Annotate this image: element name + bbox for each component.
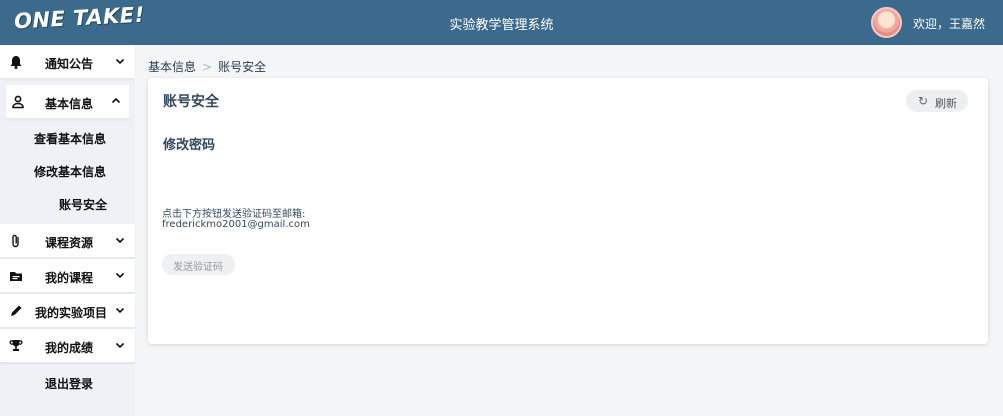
breadcrumb-current: 账号安全 <box>218 60 267 74</box>
sidebar: 通知公告 基本信息 查看基本信息 修改基本信息 账号安全 课程资源 我的课程 我… <box>0 45 135 416</box>
breadcrumb-parent[interactable]: 基本信息 <box>148 60 196 74</box>
sidebar-subitem-view-info[interactable]: 查看基本信息 <box>0 120 135 153</box>
sidebar-item-label: 我的实验项目 <box>35 306 108 320</box>
sidebar-item-notices[interactable]: 通知公告 <box>0 45 135 79</box>
user-icon <box>12 95 24 109</box>
sidebar-item-basic-info[interactable]: 基本信息 <box>6 85 129 119</box>
chevron-up-icon <box>111 97 121 104</box>
bell-icon <box>10 56 22 69</box>
folder-icon <box>10 272 22 281</box>
sidebar-logout[interactable]: 退出登录 <box>0 365 135 398</box>
sidebar-subitem-account-security[interactable]: 账号安全 <box>0 186 135 219</box>
sidebar-item-my-courses[interactable]: 我的课程 <box>0 259 135 293</box>
chevron-down-icon <box>115 342 125 349</box>
account-security-card: 账号安全 ↻ 刷新 修改密码 点击下方按钮发送验证码至邮箱: frederick… <box>148 78 988 344</box>
sidebar-item-course-resources[interactable]: 课程资源 <box>0 224 135 258</box>
chevron-down-icon <box>115 58 125 65</box>
chevron-down-icon <box>115 272 125 279</box>
breadcrumb: 基本信息 > 账号安全 <box>148 58 266 75</box>
email-text: frederickmo2001@gmail.com <box>162 219 310 230</box>
chevron-down-icon <box>115 307 125 314</box>
sidebar-item-label: 我的课程 <box>45 271 94 285</box>
send-code-button[interactable]: 发送验证码 <box>162 254 235 275</box>
sidebar-item-my-experiments[interactable]: 我的实验项目 <box>0 294 135 328</box>
sidebar-item-label: 我的成绩 <box>45 341 94 355</box>
sidebar-item-label: 基本信息 <box>45 97 94 111</box>
refresh-icon: ↻ <box>918 94 929 108</box>
hint-text: 点击下方按钮发送验证码至邮箱: <box>162 209 306 220</box>
welcome-text[interactable]: 欢迎，王嘉然 <box>913 15 985 32</box>
sidebar-subitem-edit-info[interactable]: 修改基本信息 <box>0 153 135 186</box>
breadcrumb-separator: > <box>202 60 213 74</box>
send-code-label: 发送验证码 <box>173 262 223 273</box>
sidebar-item-my-grades[interactable]: 我的成绩 <box>0 329 135 363</box>
top-bar: ONE TAKE! 实验教学管理系统 欢迎，王嘉然 <box>0 0 1003 45</box>
refresh-button[interactable]: ↻ 刷新 <box>906 90 968 112</box>
chevron-down-icon <box>115 237 125 244</box>
avatar[interactable] <box>871 7 902 38</box>
trophy-icon <box>9 340 23 351</box>
pencil-icon <box>11 305 22 316</box>
sidebar-item-label: 课程资源 <box>45 236 94 250</box>
section-title: 修改密码 <box>163 138 216 153</box>
paperclip-icon <box>12 234 19 248</box>
sidebar-item-label: 通知公告 <box>45 57 94 71</box>
refresh-label: 刷新 <box>935 97 957 110</box>
page-title: 账号安全 <box>163 94 219 110</box>
app-title: 实验教学管理系统 <box>449 18 554 33</box>
